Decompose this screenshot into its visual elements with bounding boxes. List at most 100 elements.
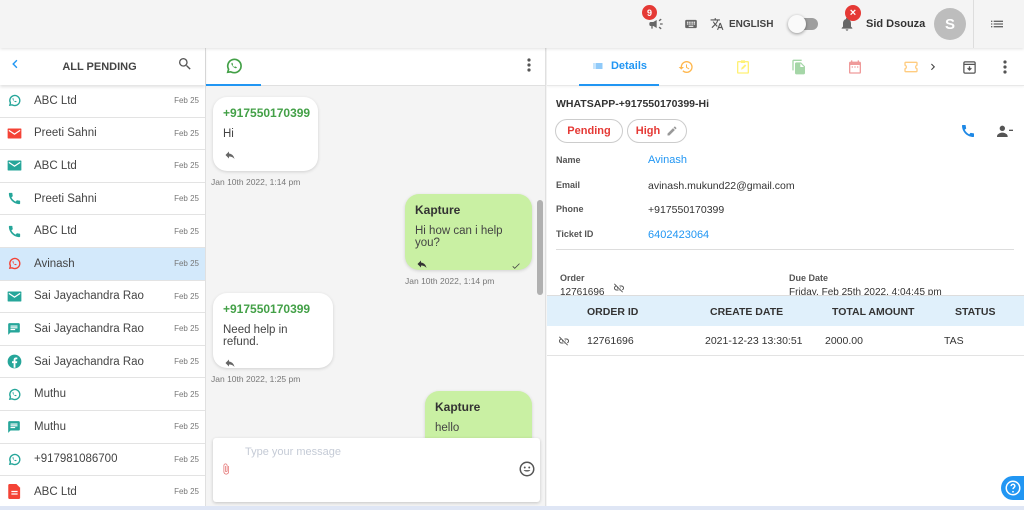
tab-tickets[interactable]	[899, 48, 923, 86]
phone-icon	[962, 125, 974, 137]
toggle-track	[788, 15, 818, 33]
whatsapp-icon	[6, 93, 22, 109]
cell-total-amount: 2000.00	[825, 335, 863, 347]
status-badge[interactable]: Pending	[555, 119, 623, 143]
archive-icon	[962, 60, 976, 74]
ticket-list-item[interactable]: Preeti Sahni Feb 25	[0, 118, 205, 151]
ticket-list-item[interactable]: Avinash Feb 25	[0, 247, 205, 281]
row-unlink-button[interactable]	[556, 326, 572, 356]
ticket-list-item[interactable]: ABC Ltd Feb 25	[0, 476, 205, 509]
ticket-list-item[interactable]: Sai Jayachandra Rao Feb 25	[0, 313, 205, 346]
ticket-list-item[interactable]: Muthu Feb 25	[0, 411, 205, 444]
phone-label: Phone	[556, 204, 584, 214]
topbar-divider	[973, 0, 974, 48]
message-input[interactable]	[245, 446, 505, 458]
remove-assignee-button[interactable]	[995, 123, 1015, 144]
customer-name-link[interactable]: Avinash	[648, 154, 687, 166]
message-composer	[213, 438, 540, 502]
conversation-header	[206, 48, 545, 86]
message-sender: Kapture	[435, 400, 481, 414]
back-button[interactable]	[8, 55, 22, 78]
priority-label: High	[635, 125, 661, 137]
bottom-strip	[0, 506, 1024, 510]
ticket-list-item[interactable]: Sai Jayachandra Rao Feb 25	[0, 281, 205, 314]
search-button[interactable]	[177, 56, 193, 77]
list-title: ALL PENDING	[62, 60, 137, 73]
sent-check-icon	[512, 263, 520, 269]
conversation-panel: +917550170399 Hi Jan 10th 2022, 1:14 pm …	[206, 48, 546, 510]
message-timestamp: Jan 10th 2022, 1:14 pm	[405, 276, 495, 286]
ticket-list-item[interactable]: Preeti Sahni Feb 25	[0, 183, 205, 216]
help-button[interactable]	[1001, 476, 1024, 500]
message-text: hello	[435, 422, 460, 434]
chat-icon	[6, 419, 22, 435]
ticket-list-item[interactable]: Muthu Feb 25	[0, 378, 205, 411]
ticket-contact-name: Avinash	[34, 257, 75, 270]
archive-button[interactable]	[957, 48, 981, 86]
notifications-button[interactable]: ×	[836, 0, 861, 48]
message-text: Need help in refund.	[223, 324, 288, 348]
tab-whatsapp[interactable]	[206, 48, 261, 86]
conversation-more-button[interactable]	[527, 58, 531, 77]
translate-icon	[710, 18, 724, 30]
search-icon	[178, 58, 191, 70]
ticket-list-item[interactable]: ABC Ltd Feb 25	[0, 215, 205, 248]
pencil-icon	[667, 126, 677, 136]
ticket-date: Feb 25	[174, 161, 199, 171]
message-sender: +917550170399	[223, 106, 311, 120]
chevron-right-icon	[931, 63, 936, 71]
ticket-details-panel: Details WHATSAPP-+917550170399-Hi Pendin…	[547, 48, 1024, 510]
clipboard-edit-icon	[737, 60, 749, 74]
more-vertical-icon	[527, 58, 531, 72]
availability-toggle[interactable]	[788, 0, 818, 48]
conversation-scrollbar[interactable]	[537, 200, 543, 295]
phone-value: +917550170399	[648, 204, 725, 216]
ticket-icon	[904, 61, 918, 73]
ticket-contact-name: ABC Ltd	[34, 485, 77, 498]
emoji-button[interactable]	[518, 460, 536, 483]
ticket-list-item[interactable]: +917981086700 Feb 25	[0, 444, 205, 477]
keyboard-icon	[685, 19, 697, 29]
tab-calendar[interactable]	[843, 48, 867, 86]
ticket-list-item[interactable]: Sai Jayachandra Rao Feb 25	[0, 346, 205, 379]
table-row[interactable]: 12761696 2021-12-23 13:30:51 2000.00 TAS	[547, 326, 1024, 356]
priority-badge[interactable]: High	[627, 119, 687, 143]
notification-badge: ×	[845, 5, 861, 21]
email-icon	[6, 158, 22, 174]
ticket-date: Feb 25	[174, 487, 199, 497]
message-bubble-incoming: +917550170399 Hi	[213, 97, 318, 171]
ticket-id-link[interactable]: 6402423064	[648, 229, 709, 241]
ticket-contact-name: Sai Jayachandra Rao	[34, 355, 144, 368]
user-avatar-button[interactable]: S	[934, 0, 966, 48]
whatsapp-icon	[6, 256, 22, 272]
ticket-list-item[interactable]: ABC Ltd Feb 25	[0, 150, 205, 183]
announcements-button[interactable]: 9	[642, 0, 670, 48]
whatsapp-icon	[226, 58, 242, 74]
paperclip-icon	[223, 463, 229, 475]
history-icon	[678, 61, 693, 74]
ticket-list-header: ALL PENDING	[0, 48, 205, 85]
ticket-contact-name: Muthu	[34, 388, 66, 401]
call-button[interactable]	[960, 123, 976, 144]
keyboard-button[interactable]	[683, 0, 699, 48]
tab-details[interactable]: Details	[579, 48, 659, 86]
reply-button[interactable]	[415, 257, 429, 275]
language-selector[interactable]: ENGLISH	[710, 0, 773, 48]
reply-button[interactable]	[223, 148, 237, 166]
menu-button[interactable]	[988, 0, 1006, 48]
status-label: Pending	[567, 125, 611, 137]
reply-icon	[225, 151, 235, 159]
tab-copies[interactable]	[787, 48, 811, 86]
tabs-scroll-right-button[interactable]	[925, 48, 941, 86]
attach-button[interactable]	[220, 460, 232, 483]
ticket-contact-name: Preeti Sahni	[34, 192, 97, 205]
ticket-date: Feb 25	[174, 324, 199, 334]
whatsapp-icon	[6, 451, 22, 467]
tab-notes[interactable]	[731, 48, 755, 86]
tab-history[interactable]	[674, 48, 698, 86]
reply-button[interactable]	[223, 356, 237, 374]
user-name[interactable]: Sid Dsouza	[866, 0, 925, 48]
ticket-list-item[interactable]: ABC Ltd Feb 25	[0, 85, 205, 118]
details-more-button[interactable]	[995, 48, 1015, 86]
avatar: S	[934, 8, 966, 40]
